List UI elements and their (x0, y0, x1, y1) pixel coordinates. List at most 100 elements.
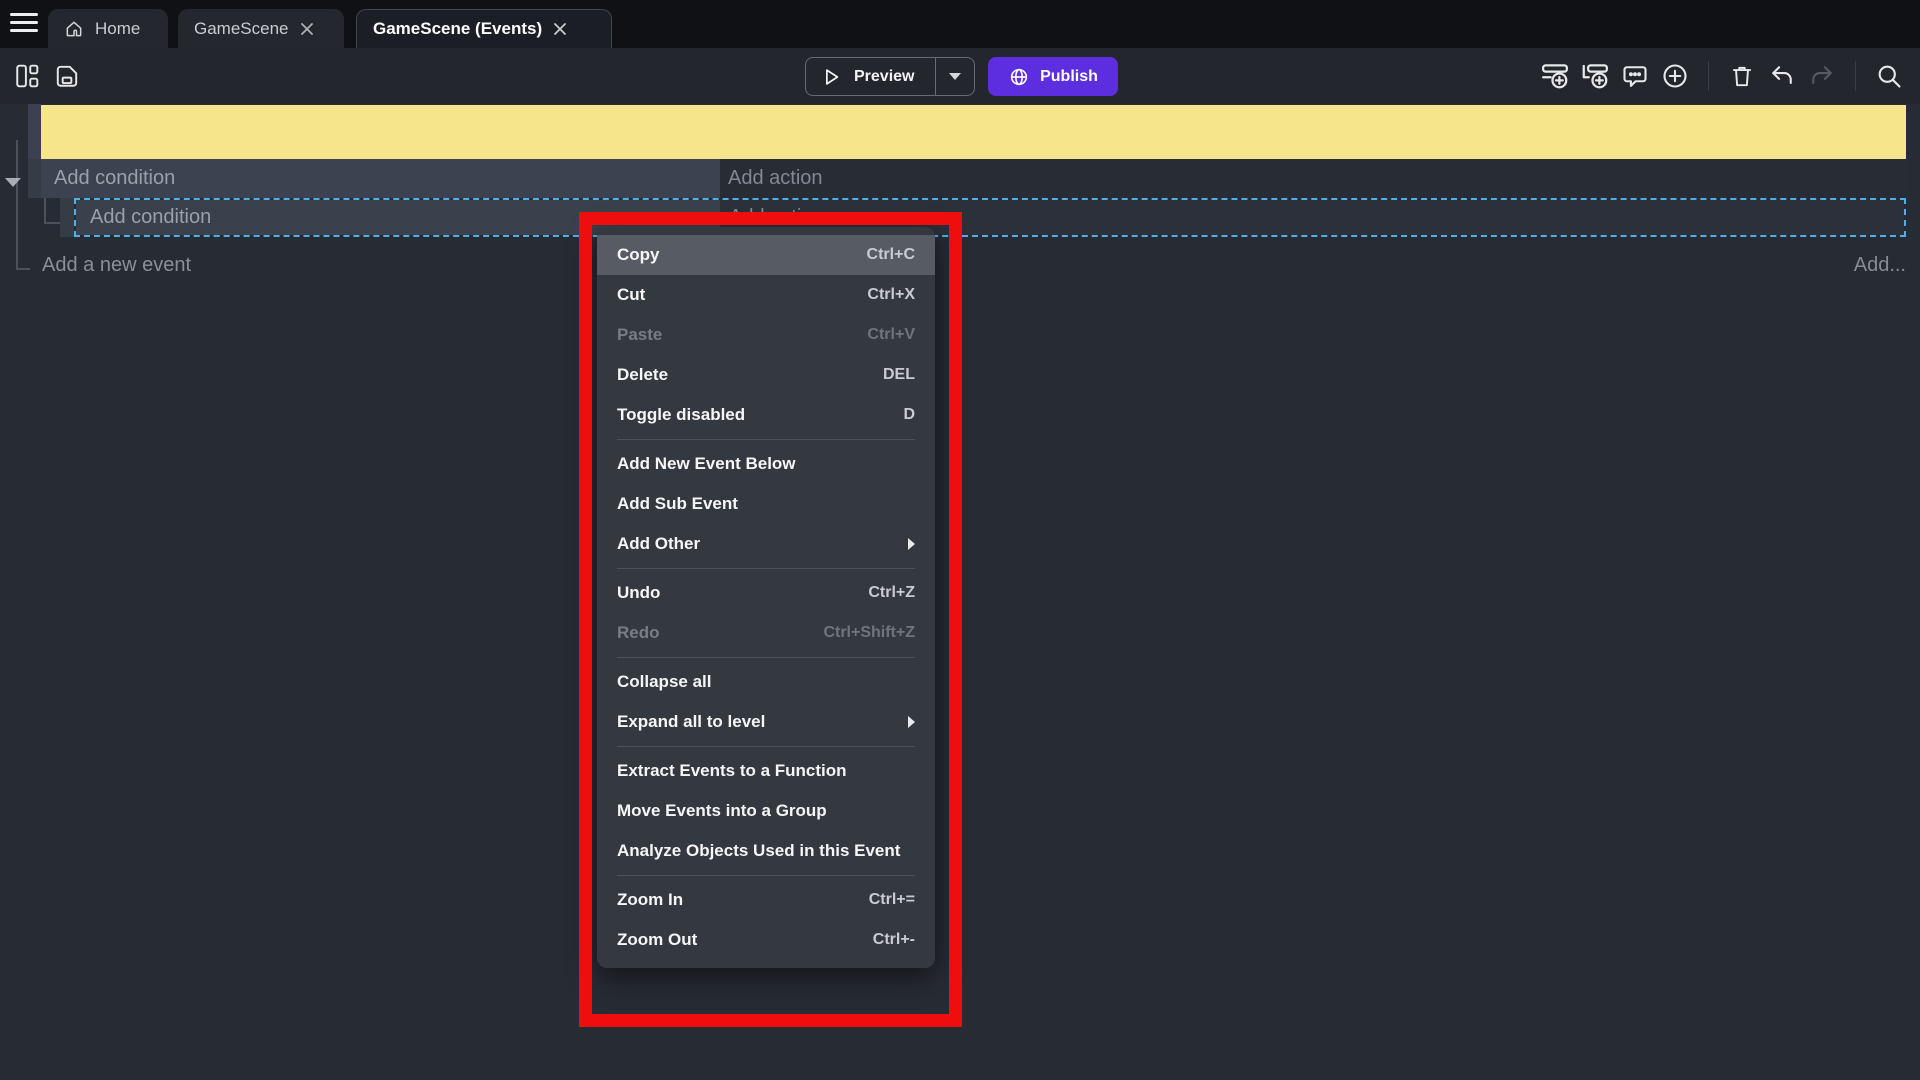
events-toolbar: Preview Publish (0, 48, 1920, 104)
menu-item-label: Cut (617, 285, 645, 305)
menu-item-shortcut: DEL (883, 366, 915, 384)
menu-separator (617, 439, 915, 440)
context-menu-item-paste: Paste Ctrl+V (597, 315, 935, 355)
menu-item-label: Move Events into a Group (617, 801, 827, 821)
menu-item-label: Undo (617, 583, 660, 603)
preview-button-main[interactable]: Preview (806, 58, 935, 95)
menu-item-shortcut: Ctrl+- (873, 931, 915, 949)
submenu-arrow-icon (908, 538, 915, 550)
menu-item-label: Zoom In (617, 890, 683, 910)
context-menu-item-analyze-objects-used-in-this-event[interactable]: Analyze Objects Used in this Event (597, 831, 935, 871)
panels-icon[interactable] (10, 59, 44, 93)
toolbar-separator (1708, 61, 1709, 91)
chevron-down-icon (949, 73, 961, 80)
add-circle-icon[interactable] (1658, 59, 1692, 93)
tab-bar: Home GameScene GameScene (Events) (0, 0, 1920, 48)
context-menu-item-zoom-out[interactable]: Zoom Out Ctrl+- (597, 920, 935, 960)
add-comment-icon[interactable] (1618, 59, 1652, 93)
toolbar-right-icons (1538, 59, 1906, 93)
submenu-arrow-icon (908, 716, 915, 728)
comment-gutter (28, 104, 41, 159)
search-icon[interactable] (1872, 59, 1906, 93)
delete-icon[interactable] (1725, 59, 1759, 93)
menu-item-shortcut: Ctrl+= (869, 891, 915, 909)
event-gutter[interactable] (60, 198, 74, 237)
menu-item-shortcut: D (903, 406, 915, 424)
play-icon (820, 66, 842, 88)
context-menu-item-redo: Redo Ctrl+Shift+Z (597, 613, 935, 653)
menu-item-label: Toggle disabled (617, 405, 745, 425)
menu-item-shortcut: Ctrl+C (867, 246, 915, 264)
tree-line (44, 198, 46, 224)
toolbar-left-icons (10, 59, 84, 93)
context-menu-item-cut[interactable]: Cut Ctrl+X (597, 275, 935, 315)
tab-gamescene-events[interactable]: GameScene (Events) (356, 9, 612, 48)
menu-item-shortcut: Ctrl+V (867, 326, 915, 344)
preview-label: Preview (854, 68, 914, 86)
add-action-button[interactable]: Add action (720, 159, 1906, 198)
add-event-icon[interactable] (1538, 59, 1572, 93)
tab-gamescene[interactable]: GameScene (178, 9, 344, 48)
context-menu-item-collapse-all[interactable]: Collapse all (597, 662, 935, 702)
menu-item-shortcut: Ctrl+X (867, 286, 915, 304)
context-menu-item-copy[interactable]: CopyCtrl+C (597, 235, 935, 275)
context-menu-item-expand-all-to-level[interactable]: Expand all to level (597, 702, 935, 742)
context-menu-item-add-other[interactable]: Add Other (597, 524, 935, 564)
main-menu-icon[interactable] (10, 13, 38, 35)
add-sub-event-icon[interactable] (1578, 59, 1612, 93)
menu-separator (617, 657, 915, 658)
menu-separator (617, 875, 915, 876)
menu-item-label: Expand all to level (617, 712, 765, 732)
menu-item-label: Add Other (617, 534, 700, 554)
tree-line (16, 268, 30, 270)
add-condition-button[interactable]: Add condition (41, 159, 720, 198)
tab-label: Home (95, 19, 140, 39)
publish-label: Publish (1040, 68, 1098, 86)
toolbar-separator (1855, 61, 1856, 91)
context-menu-item-add-new-event-below[interactable]: Add New Event Below (597, 444, 935, 484)
menu-separator (617, 746, 915, 747)
redo-icon (1805, 59, 1839, 93)
menu-item-shortcut: Ctrl+Z (868, 584, 915, 602)
context-menu-item-zoom-in[interactable]: Zoom In Ctrl+= (597, 880, 935, 920)
collapse-event-arrow-icon[interactable] (5, 178, 21, 187)
menu-item-shortcut: Ctrl+Shift+Z (823, 624, 915, 642)
add-more-button[interactable]: Add... (1854, 254, 1906, 277)
tab-label: GameScene (Events) (373, 19, 542, 39)
publish-button[interactable]: Publish (988, 57, 1118, 96)
context-menu-item-toggle-disabled[interactable]: Toggle disabled D (597, 395, 935, 435)
tab-home[interactable]: Home (48, 9, 168, 48)
event-gutter[interactable] (28, 159, 41, 198)
home-icon (64, 19, 84, 39)
sub-event-row: Add condition Add action (60, 198, 1906, 237)
context-menu: CopyCtrl+C Cut Ctrl+X Paste Ctrl+V Delete DEL T… (597, 227, 935, 968)
menu-item-label: Redo (617, 623, 660, 643)
context-menu-item-extract-events-to-a-function[interactable]: Extract Events to a Function (597, 751, 935, 791)
comment-block[interactable] (41, 105, 1906, 159)
preview-button[interactable]: Preview (805, 57, 975, 96)
save-icon[interactable] (50, 59, 84, 93)
close-icon[interactable] (553, 22, 567, 36)
tree-line (16, 140, 18, 270)
selected-event-outline: Add condition Add action (74, 198, 1906, 237)
menu-item-label: Add New Event Below (617, 454, 796, 474)
menu-separator (617, 568, 915, 569)
menu-item-label: Paste (617, 325, 662, 345)
menu-item-label: Add Sub Event (617, 494, 738, 514)
menu-item-label: Analyze Objects Used in this Event (617, 841, 900, 861)
preview-options-button[interactable] (936, 58, 974, 95)
tab-label: GameScene (194, 19, 289, 39)
undo-icon[interactable] (1765, 59, 1799, 93)
context-menu-item-delete[interactable]: Delete DEL (597, 355, 935, 395)
context-menu-item-move-events-into-a-group[interactable]: Move Events into a Group (597, 791, 935, 831)
close-icon[interactable] (300, 22, 314, 36)
context-menu-item-undo[interactable]: Undo Ctrl+Z (597, 573, 935, 613)
menu-item-label: Delete (617, 365, 668, 385)
events-sheet: Add condition Add action Add condition A… (0, 104, 1920, 1080)
menu-item-label: Collapse all (617, 672, 711, 692)
add-new-event-button[interactable]: Add a new event (42, 254, 191, 277)
context-menu-item-add-sub-event[interactable]: Add Sub Event (597, 484, 935, 524)
tree-line (44, 222, 60, 224)
globe-icon (1008, 66, 1030, 88)
menu-item-label: Zoom Out (617, 930, 697, 950)
